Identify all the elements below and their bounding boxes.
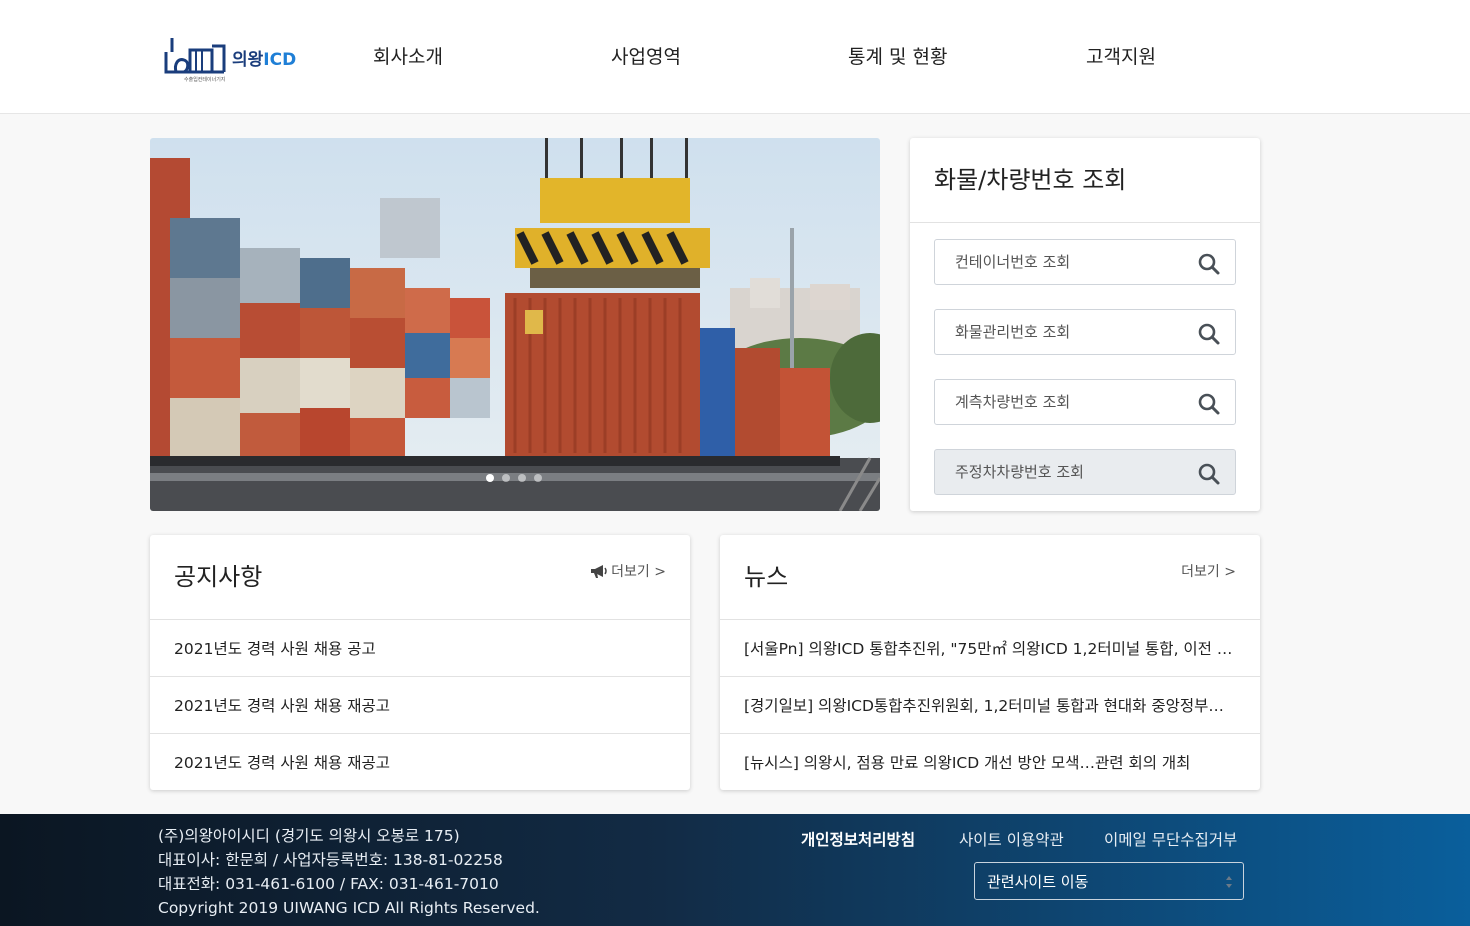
terms-link[interactable]: 사이트 이용약관 bbox=[959, 828, 1064, 850]
logo-text-ko: 의왕 bbox=[232, 49, 264, 70]
parking-vehicle-input[interactable] bbox=[935, 450, 1235, 494]
news-item[interactable]: [뉴시스] 의왕시, 점용 만료 의왕ICD 개선 방안 모색…관련 회의 개최 bbox=[720, 733, 1260, 790]
cargo-number-input[interactable] bbox=[935, 310, 1235, 354]
notice-item[interactable]: 2021년도 경력 사원 채용 공고 bbox=[150, 619, 690, 676]
notice-item[interactable]: 2021년도 경력 사원 채용 재공고 bbox=[150, 733, 690, 790]
lookup-card: 화물/차량번호 조회 bbox=[910, 138, 1260, 511]
lookup-title: 화물/차량번호 조회 bbox=[934, 166, 1127, 194]
container-number-input[interactable] bbox=[935, 240, 1235, 284]
nav-support[interactable]: 고객지원 bbox=[1086, 42, 1156, 69]
news-item[interactable]: [서울Pn] 의왕ICD 통합추진위, "75만㎡ 의왕ICD 1,2터미널 통… bbox=[720, 619, 1260, 676]
footer-ceo: 대표이사: 한문희 / 사업자등록번호: 138-81-02258 bbox=[158, 851, 503, 869]
email-refusal-link[interactable]: 이메일 무단수집거부 bbox=[1104, 828, 1237, 850]
notice-more-label: 더보기 > bbox=[611, 564, 666, 580]
slider-dots bbox=[486, 474, 542, 482]
weigh-vehicle-search bbox=[934, 379, 1236, 425]
slider-dot[interactable] bbox=[502, 474, 510, 482]
cargo-number-search bbox=[934, 309, 1236, 355]
notice-title: 공지사항 bbox=[174, 563, 263, 591]
notice-item-title: 2021년도 경력 사원 채용 재공고 bbox=[174, 754, 391, 772]
footer-copyright: Copyright 2019 UIWANG ICD All Rights Res… bbox=[158, 899, 540, 917]
search-icon[interactable] bbox=[1197, 462, 1221, 486]
news-item[interactable]: [경기일보] 의왕ICD통합추진위원회, 1,2터미널 통합과 현대화 중앙정부… bbox=[720, 676, 1260, 733]
slider-dot[interactable] bbox=[534, 474, 542, 482]
notice-more-link[interactable]: 더보기 > bbox=[590, 561, 666, 581]
parking-vehicle-search bbox=[934, 449, 1236, 495]
news-card: 뉴스 더보기 > [서울Pn] 의왕ICD 통합추진위, "75만㎡ 의왕ICD… bbox=[720, 535, 1260, 790]
footer-company-info: (주)의왕아이시디 (경기도 의왕시 오봉로 175) 대표이사: 한문희 / … bbox=[158, 824, 540, 920]
nav-business[interactable]: 사업영역 bbox=[611, 42, 681, 69]
notice-item-title: 2021년도 경력 사원 채용 재공고 bbox=[174, 697, 391, 715]
search-icon[interactable] bbox=[1197, 322, 1221, 346]
slider-dot[interactable] bbox=[486, 474, 494, 482]
logo-text-en: ICD bbox=[263, 49, 297, 70]
related-sites-select[interactable]: 관련사이트 이동 bbox=[974, 862, 1244, 900]
footer-phone: 대표전화: 031-461-6100 / FAX: 031-461-7010 bbox=[158, 875, 499, 893]
hero-slider[interactable] bbox=[150, 138, 880, 511]
notice-item[interactable]: 2021년도 경력 사원 채용 재공고 bbox=[150, 676, 690, 733]
news-item-title: [뉴시스] 의왕시, 점용 만료 의왕ICD 개선 방안 모색…관련 회의 개최 bbox=[744, 754, 1191, 772]
privacy-policy-link[interactable]: 개인정보처리방침 bbox=[801, 828, 915, 850]
news-item-title: [경기일보] 의왕ICD통합추진위원회, 1,2터미널 통합과 현대화 중앙정부… bbox=[744, 697, 1236, 715]
footer-company: (주)의왕아이시디 (경기도 의왕시 오봉로 175) bbox=[158, 827, 460, 845]
weigh-vehicle-input[interactable] bbox=[935, 380, 1235, 424]
site-header: 의왕ICD 수출입컨테이너기지 회사소개 사업영역 통계 및 현황 고객지원 bbox=[0, 0, 1470, 114]
related-sites-label: 관련사이트 이동 bbox=[987, 872, 1089, 891]
container-number-search bbox=[934, 239, 1236, 285]
hero-container-image bbox=[150, 138, 880, 511]
logo-subtitle: 수출입컨테이너기지 bbox=[184, 77, 226, 83]
select-arrows-icon bbox=[1226, 876, 1232, 888]
news-item-title: [서울Pn] 의왕ICD 통합추진위, "75만㎡ 의왕ICD 1,2터미널 통… bbox=[744, 640, 1236, 658]
notice-item-title: 2021년도 경력 사원 채용 공고 bbox=[174, 640, 376, 658]
megaphone-icon bbox=[591, 565, 607, 578]
logo-text: 의왕ICD bbox=[232, 45, 296, 70]
nav-statistics[interactable]: 통계 및 현황 bbox=[848, 42, 947, 69]
search-icon[interactable] bbox=[1197, 252, 1221, 276]
site-logo[interactable]: 의왕ICD 수출입컨테이너기지 bbox=[162, 32, 302, 86]
search-icon[interactable] bbox=[1197, 392, 1221, 416]
news-more-label: 더보기 > bbox=[1181, 564, 1236, 580]
slider-dot[interactable] bbox=[518, 474, 526, 482]
nav-company-intro[interactable]: 회사소개 bbox=[373, 42, 443, 69]
site-footer: (주)의왕아이시디 (경기도 의왕시 오봉로 175) 대표이사: 한문희 / … bbox=[0, 814, 1470, 926]
news-title: 뉴스 bbox=[744, 563, 789, 591]
notice-card: 공지사항 더보기 > 2021년도 경력 사원 채용 공고 2021년도 경력 … bbox=[150, 535, 690, 790]
divider bbox=[910, 222, 1260, 223]
news-more-link[interactable]: 더보기 > bbox=[1181, 561, 1236, 581]
